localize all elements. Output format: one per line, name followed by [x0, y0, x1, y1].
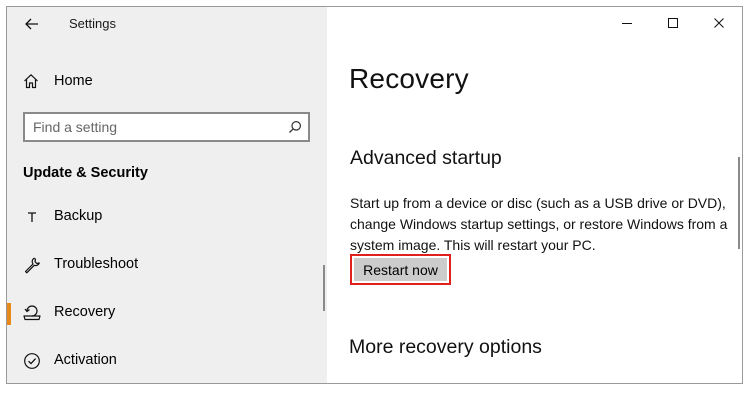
sidebar-item-label: Activation [54, 352, 117, 368]
backup-icon [23, 207, 41, 227]
sidebar-item-backup[interactable]: Backup [7, 197, 317, 237]
check-circle-icon [23, 351, 41, 371]
sidebar-scrollbar[interactable] [323, 265, 325, 311]
sidebar-item-label: Backup [54, 208, 103, 224]
advanced-startup-heading: Advanced startup [350, 147, 502, 169]
sidebar-item-activation[interactable]: Activation [7, 341, 317, 381]
more-recovery-options-heading: More recovery options [349, 336, 542, 358]
sidebar-item-label: Troubleshoot [54, 256, 139, 272]
sidebar-item-label: Recovery [54, 304, 116, 320]
main-scrollbar[interactable] [738, 157, 740, 249]
window-controls [604, 7, 742, 39]
sidebar-item-recovery[interactable]: Recovery [7, 293, 317, 333]
wrench-icon [23, 255, 41, 275]
close-icon [714, 18, 724, 28]
main-pane: Recovery Advanced startup Start up from … [327, 7, 742, 383]
nav-list: Backup Troubleshoot Recovery Activation [7, 7, 327, 383]
sidebar-item-troubleshoot[interactable]: Troubleshoot [7, 245, 317, 285]
sidebar: Settings Home Update & Security [7, 7, 327, 383]
page-title: Recovery [349, 63, 469, 94]
selection-indicator [7, 303, 11, 325]
maximize-icon [668, 18, 678, 28]
maximize-button[interactable] [650, 7, 696, 39]
minimize-icon [622, 23, 632, 24]
recovery-icon [23, 303, 41, 323]
advanced-startup-description: Start up from a device or disc (such as … [350, 195, 728, 253]
restart-now-button[interactable]: Restart now [350, 254, 451, 285]
restart-now-label: Restart now [354, 258, 447, 281]
minimize-button[interactable] [604, 7, 650, 39]
close-button[interactable] [696, 7, 742, 39]
settings-window: Settings Home Update & Security [6, 6, 743, 384]
